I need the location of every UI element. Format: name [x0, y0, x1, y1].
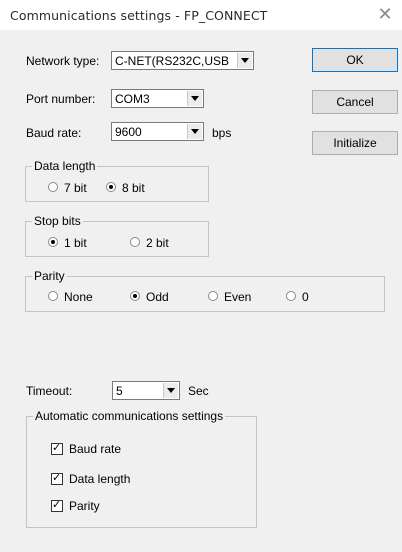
- radio-label: Even: [224, 290, 252, 304]
- initialize-button[interactable]: Initialize: [312, 131, 398, 155]
- baud-rate-unit: bps: [212, 126, 232, 140]
- timeout-value: 5: [116, 384, 123, 398]
- close-icon[interactable]: ✕: [374, 4, 396, 26]
- network-type-label: Network type:: [26, 54, 100, 68]
- window-title: Communications settings - FP_CONNECT: [10, 8, 268, 23]
- timeout-unit: Sec: [188, 384, 209, 398]
- radio-label: 0: [302, 290, 309, 304]
- radio-label: 1 bit: [64, 236, 87, 250]
- dialog-body: Network type: C-NET(RS232C,USB Port numb…: [0, 30, 402, 552]
- network-type-select[interactable]: C-NET(RS232C,USB: [111, 51, 254, 70]
- cancel-button[interactable]: Cancel: [312, 90, 398, 114]
- chevron-down-icon[interactable]: [163, 383, 178, 398]
- parity-legend: Parity: [32, 269, 67, 283]
- checkbox-checked-icon: [51, 441, 63, 455]
- baud-rate-label: Baud rate:: [26, 126, 82, 140]
- port-number-label: Port number:: [26, 92, 96, 106]
- radio-selected-icon: [106, 182, 116, 192]
- stop-bits-legend: Stop bits: [32, 214, 83, 228]
- chevron-down-icon[interactable]: [237, 53, 252, 68]
- network-type-value: C-NET(RS232C,USB: [115, 54, 230, 68]
- checkbox-checked-icon: [51, 498, 63, 512]
- chevron-down-icon[interactable]: [187, 124, 202, 139]
- title-bar: Communications settings - FP_CONNECT ✕: [0, 0, 402, 30]
- data-length-group: Data length 7 bit 8 bit: [25, 159, 209, 202]
- checkbox-label: Parity: [69, 499, 100, 513]
- timeout-label: Timeout:: [26, 384, 73, 398]
- radio-selected-icon: [130, 291, 140, 301]
- ok-button[interactable]: OK: [312, 48, 398, 72]
- checkbox-label: Data length: [69, 472, 131, 486]
- auto-settings-legend: Automatic communications settings: [33, 409, 226, 423]
- auto-settings-group: Automatic communications settings Baud r…: [26, 409, 257, 528]
- data-length-legend: Data length: [32, 159, 98, 173]
- baud-rate-value: 9600: [115, 125, 142, 139]
- timeout-select[interactable]: 5: [112, 381, 180, 400]
- radio-label: None: [64, 290, 93, 304]
- radio-selected-icon: [48, 237, 58, 247]
- radio-label: 7 bit: [64, 181, 87, 195]
- radio-icon: [208, 291, 218, 301]
- checkbox-checked-icon: [51, 471, 63, 485]
- radio-label: Odd: [146, 290, 169, 304]
- radio-icon: [130, 237, 140, 247]
- stop-bits-group: Stop bits 1 bit 2 bit: [25, 214, 209, 257]
- radio-label: 8 bit: [122, 181, 145, 195]
- radio-icon: [48, 182, 58, 192]
- port-number-select[interactable]: COM3: [111, 89, 204, 108]
- radio-icon: [48, 291, 58, 301]
- radio-icon: [286, 291, 296, 301]
- checkbox-label: Baud rate: [69, 442, 122, 456]
- baud-rate-select[interactable]: 9600: [111, 122, 204, 141]
- parity-group: Parity None Odd Even 0: [25, 269, 385, 312]
- chevron-down-icon[interactable]: [187, 91, 202, 106]
- radio-label: 2 bit: [146, 236, 169, 250]
- port-number-value: COM3: [115, 92, 150, 106]
